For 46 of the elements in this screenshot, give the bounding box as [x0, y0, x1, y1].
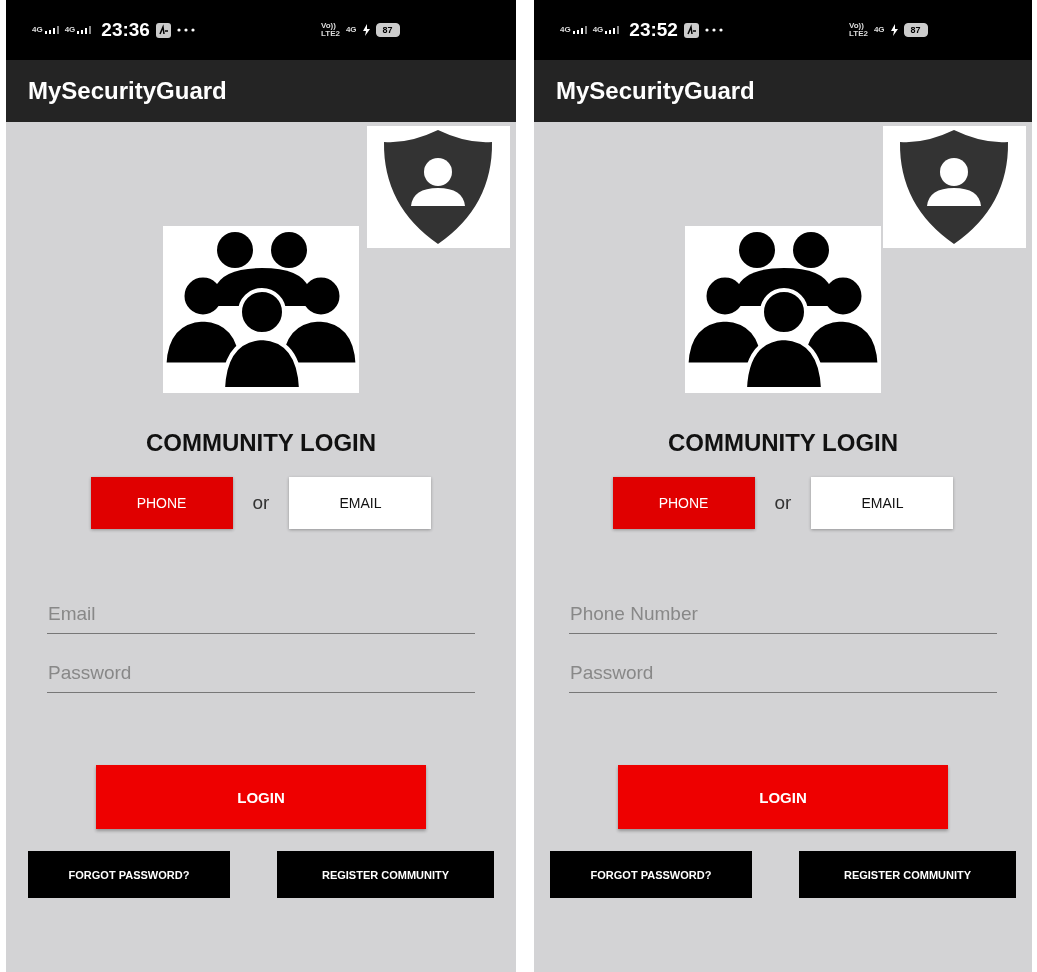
login-mode-toggle[interactable]: EMAIL: [289, 477, 432, 529]
signal-icon: [44, 26, 59, 34]
login-mode-toggle[interactable]: EMAIL: [811, 477, 954, 529]
login-button[interactable]: LOGIN: [618, 765, 948, 829]
notification-icon: [683, 22, 699, 38]
network-label: 4G: [32, 26, 43, 34]
text-field[interactable]: Password: [47, 654, 475, 693]
people-group-icon: [163, 226, 359, 393]
battery-level: 87: [375, 23, 400, 37]
login-mode-toggle[interactable]: PHONE: [612, 477, 755, 529]
login-heading: COMMUNITY LOGIN: [667, 429, 899, 457]
login-mode-toggle[interactable]: PHONE: [90, 477, 233, 529]
login-button[interactable]: LOGIN: [96, 765, 426, 829]
more-icon: [176, 28, 195, 32]
network-label: 4G: [560, 26, 571, 34]
network-label: 4G: [592, 26, 604, 34]
more-icon: [704, 28, 723, 32]
network-label: Vo)) LTE2: [320, 22, 340, 38]
text-field[interactable]: Password: [569, 654, 997, 693]
network-label: 4G: [873, 26, 885, 34]
network-label: 4G: [345, 26, 357, 34]
notification-icon: [155, 22, 171, 38]
signal-icon: [572, 26, 587, 34]
shield-user-icon[interactable]: [883, 126, 1026, 248]
separator-text: or: [252, 492, 270, 514]
app-title: MySecurityGuard: [534, 60, 1032, 122]
separator-text: or: [774, 492, 792, 514]
action-button[interactable]: REGISTER COMMUNITY: [799, 851, 1016, 898]
text-field[interactable]: Phone Number: [569, 595, 997, 634]
status-time: 23:52: [629, 19, 678, 41]
login-heading: COMMUNITY LOGIN: [145, 429, 377, 457]
status-time: 23:36: [101, 19, 150, 41]
network-label: Vo)) LTE2: [848, 22, 868, 38]
charging-icon: [362, 24, 370, 36]
signal-icon: [77, 26, 92, 34]
shield-user-icon[interactable]: [367, 126, 510, 248]
action-button[interactable]: FORGOT PASSWORD?: [28, 851, 230, 898]
network-label: 4G: [64, 26, 76, 34]
signal-icon: [605, 26, 620, 34]
people-group-icon: [685, 226, 881, 393]
charging-icon: [890, 24, 898, 36]
app-title: MySecurityGuard: [6, 60, 516, 122]
text-field[interactable]: Email: [47, 595, 475, 634]
battery-level: 87: [903, 23, 928, 37]
action-button[interactable]: REGISTER COMMUNITY: [277, 851, 494, 898]
action-button[interactable]: FORGOT PASSWORD?: [550, 851, 752, 898]
